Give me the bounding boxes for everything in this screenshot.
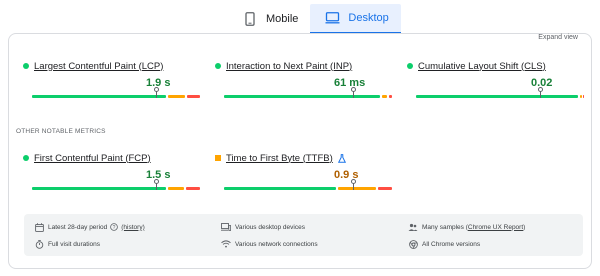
distribution-bar: [416, 87, 584, 98]
metric-inp-value: 61 ms: [334, 77, 366, 89]
samples-item: Many samples (Chrome UX Report): [408, 222, 525, 232]
period-text: Latest 28-day period: [48, 223, 108, 231]
p75-marker-icon: [351, 87, 357, 98]
samples-prefix: Many samples (: [422, 223, 468, 231]
metric-fcp-label[interactable]: First Contentful Paint (FCP): [34, 153, 151, 164]
expand-view-link[interactable]: Expand view: [538, 34, 578, 41]
status-dot-icon: [215, 63, 221, 69]
help-icon[interactable]: ?: [110, 223, 119, 231]
devices-icon: [221, 222, 231, 232]
metric-cls: Cumulative Layout Shift (CLS) 0.02: [407, 60, 584, 98]
versions-item: All Chrome versions: [408, 239, 480, 249]
status-dot-icon: [407, 63, 413, 69]
samples-suffix: ): [523, 223, 526, 231]
status-dot-icon: [23, 63, 29, 69]
device-tabs: Mobile Desktop: [228, 4, 401, 34]
metric-inp-label[interactable]: Interaction to Next Paint (INP): [226, 61, 352, 72]
tab-mobile[interactable]: Mobile: [228, 4, 310, 34]
devices-text: Various desktop devices: [235, 223, 305, 231]
flask-icon: [337, 153, 346, 163]
network-item: Various network connections: [221, 239, 318, 249]
people-icon: [408, 222, 418, 232]
timer-icon: [34, 239, 44, 249]
data-info-footer: Latest 28-day period ? (history) Full vi…: [24, 214, 583, 256]
duration-item: Full visit durations: [34, 239, 100, 249]
metric-ttfb-label[interactable]: Time to First Byte (TTFB): [226, 153, 333, 164]
p75-marker-icon: [154, 87, 160, 98]
tab-desktop-label: Desktop: [348, 12, 389, 24]
distribution-bar: [32, 179, 200, 190]
distribution-bar: [224, 179, 392, 190]
metric-inp: Interaction to Next Paint (INP) 61 ms: [215, 60, 392, 98]
history-link[interactable]: (history): [121, 224, 144, 231]
metric-lcp: Largest Contentful Paint (LCP) 1.9 s: [23, 60, 200, 98]
versions-text: All Chrome versions: [422, 240, 481, 248]
status-dot-icon: [23, 155, 29, 161]
distribution-bar: [32, 87, 200, 98]
metric-fcp: First Contentful Paint (FCP) 1.5 s: [23, 152, 200, 190]
network-text: Various network connections: [235, 240, 318, 248]
metric-ttfb: Time to First Byte (TTFB) 0.9 s: [215, 152, 392, 190]
calendar-icon: [34, 222, 44, 232]
period-item: Latest 28-day period ? (history): [34, 222, 145, 232]
other-metrics-heading: OTHER NOTABLE METRICS: [16, 128, 106, 135]
chrome-icon: [408, 239, 418, 249]
distribution-bar: [224, 87, 392, 98]
wifi-icon: [221, 239, 231, 249]
metric-lcp-label[interactable]: Largest Contentful Paint (LCP): [34, 61, 163, 72]
p75-marker-icon: [154, 179, 160, 190]
p75-marker-icon: [351, 179, 357, 190]
duration-text: Full visit durations: [48, 240, 101, 248]
smartphone-icon: [242, 11, 258, 27]
chrome-ux-report-link[interactable]: Chrome UX Report: [468, 224, 523, 231]
metric-cls-label[interactable]: Cumulative Layout Shift (CLS): [418, 61, 546, 72]
status-square-icon: [215, 155, 221, 161]
desktop-icon: [324, 10, 340, 26]
svg-text:?: ?: [113, 225, 116, 231]
devices-item: Various desktop devices: [221, 222, 305, 232]
tab-desktop[interactable]: Desktop: [310, 4, 401, 34]
tab-mobile-label: Mobile: [266, 13, 299, 25]
p75-marker-icon: [538, 87, 544, 98]
